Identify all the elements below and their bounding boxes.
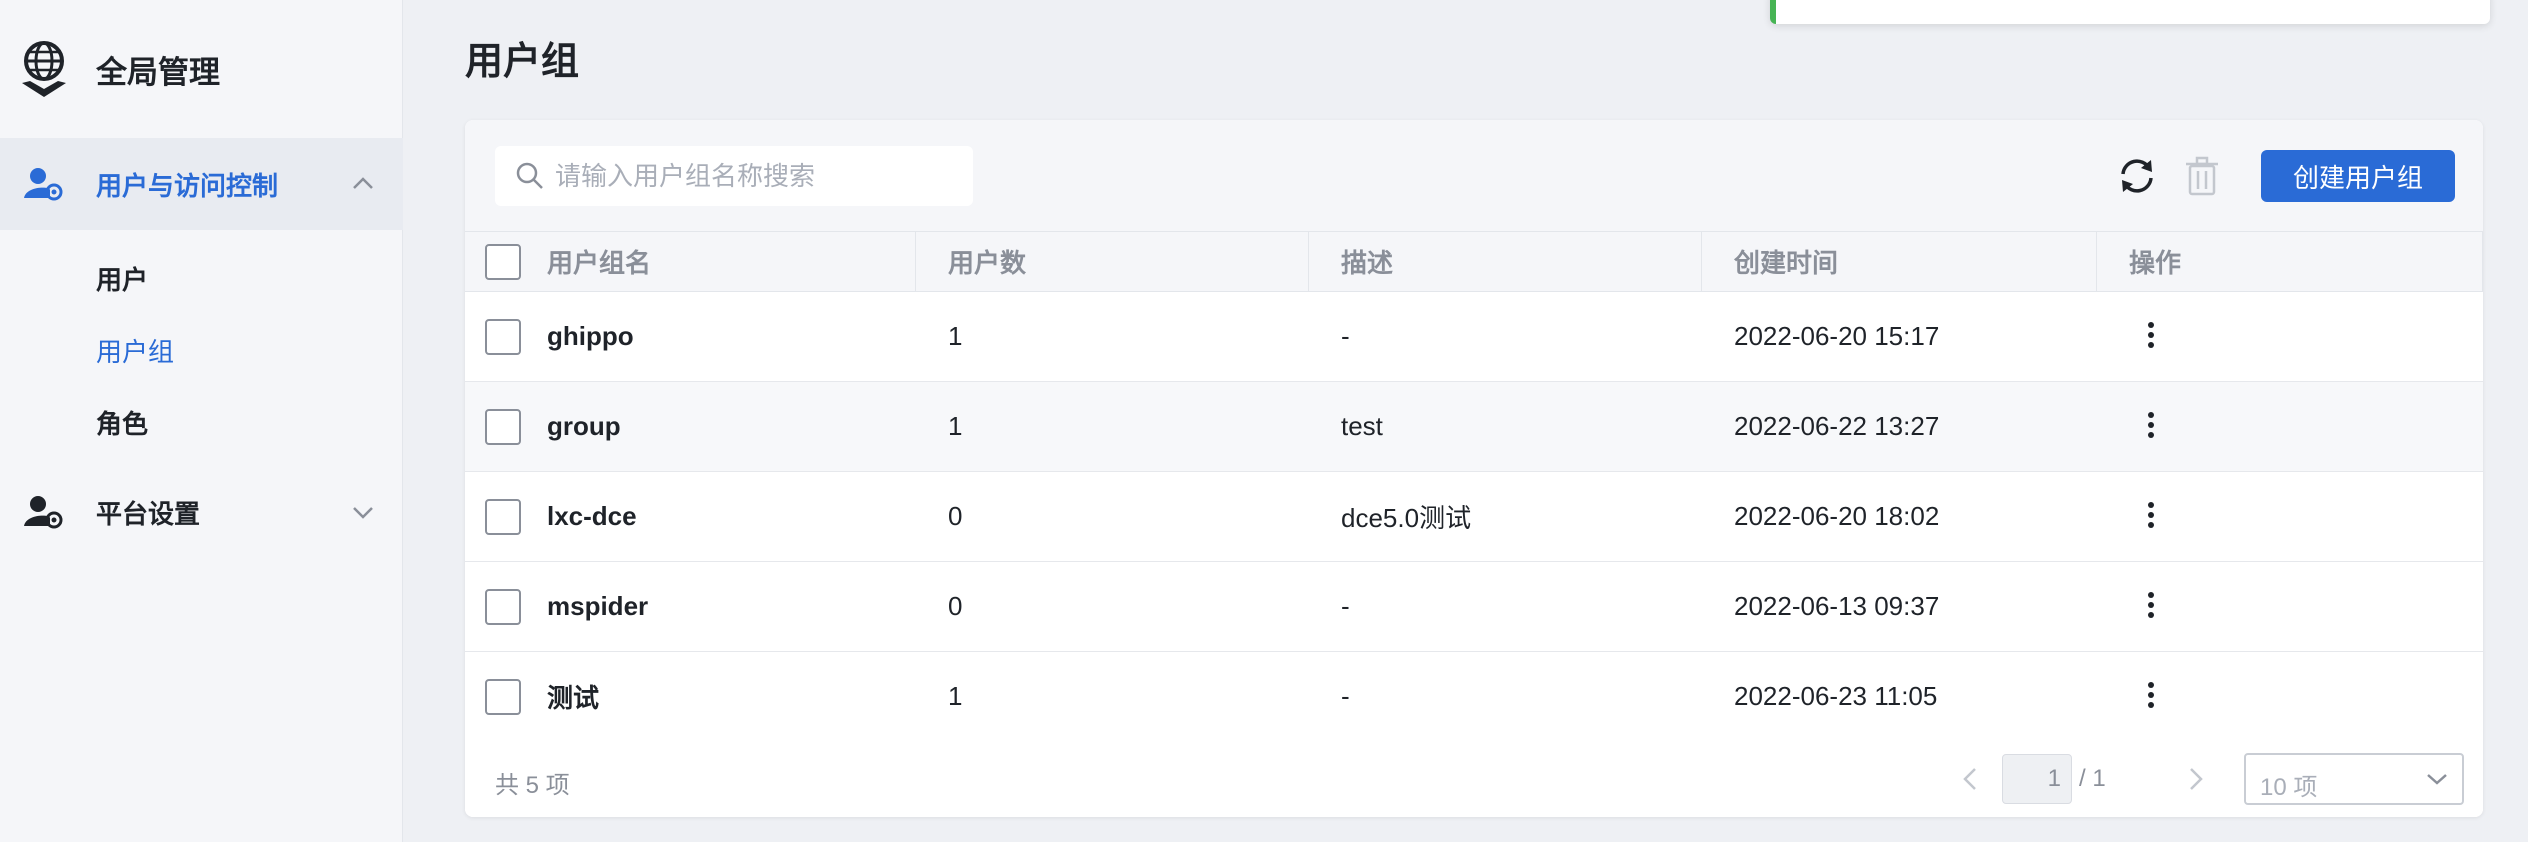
description: - [1341, 681, 1350, 711]
description: - [1341, 321, 1350, 351]
row-checkbox[interactable] [485, 588, 521, 625]
column-header-description[interactable]: 描述 [1309, 231, 1702, 293]
user-count: 1 [948, 321, 963, 351]
group-name[interactable]: lxc-dce [547, 472, 916, 562]
globe-hand-icon [22, 41, 66, 97]
nav-group-user-access[interactable]: 用户与访问控制 [0, 138, 403, 230]
row-checkbox[interactable] [485, 408, 521, 445]
chevron-down-icon [353, 507, 373, 519]
more-actions-icon[interactable] [2139, 317, 2163, 357]
more-actions-icon[interactable] [2139, 587, 2163, 627]
row-checkbox[interactable] [485, 678, 521, 715]
created-time: 2022-06-13 09:37 [1734, 591, 1940, 621]
page-number-input[interactable] [2002, 754, 2072, 804]
toolbar: 创建用户组 [465, 120, 2483, 232]
user-gear-icon [24, 496, 63, 529]
trash-icon[interactable] [2180, 154, 2224, 198]
user-group-table: 用户组名 用户数 描述 创建时间 操作 ghippo 1 - 2022-06-2… [465, 231, 2483, 742]
row-checkbox[interactable] [485, 318, 521, 355]
select-all-cell [465, 231, 547, 292]
sidebar-item-users[interactable]: 用户 [96, 260, 148, 297]
column-header-users[interactable]: 用户数 [916, 231, 1309, 293]
sidebar-item-user-groups[interactable]: 用户组 [96, 332, 174, 369]
chevron-left-icon[interactable] [1957, 765, 1985, 793]
more-actions-icon[interactable] [2139, 677, 2163, 717]
table-row[interactable]: mspider 0 - 2022-06-13 09:37 [465, 562, 2483, 652]
column-header-created[interactable]: 创建时间 [1702, 231, 2097, 293]
group-name[interactable]: mspider [547, 562, 916, 652]
table-row[interactable]: ghippo 1 - 2022-06-20 15:17 [465, 292, 2483, 382]
select-all-checkbox[interactable] [485, 243, 521, 280]
group-name[interactable]: group [547, 382, 916, 472]
pagination-bar: 共 5 项 / 1 10 项 [465, 741, 2483, 817]
page-title: 用户组 [465, 41, 580, 83]
description: - [1341, 591, 1350, 621]
create-user-group-button[interactable]: 创建用户组 [2261, 150, 2455, 202]
search-box[interactable] [495, 146, 973, 206]
table-header-row: 用户组名 用户数 描述 创建时间 操作 [465, 231, 2483, 293]
column-header-actions: 操作 [2097, 231, 2483, 293]
more-actions-icon[interactable] [2139, 407, 2163, 447]
search-icon [516, 162, 543, 189]
table-row[interactable]: lxc-dce 0 dce5.0测试 2022-06-20 18:02 [465, 472, 2483, 562]
created-time: 2022-06-20 15:17 [1734, 321, 1940, 351]
nav-group-label: 平台设置 [96, 498, 201, 529]
search-input[interactable] [555, 160, 955, 192]
sidebar: 全局管理 用户与访问控制 用户 用户组 角色 平台设置 [0, 0, 403, 842]
user-count: 0 [948, 591, 963, 621]
refresh-icon[interactable] [2115, 154, 2159, 198]
user-group-card: 创建用户组 用户组名 用户数 描述 创建时间 操作 ghippo 1 [465, 120, 2483, 817]
created-time: 2022-06-20 18:02 [1734, 501, 1940, 531]
created-time: 2022-06-23 11:05 [1734, 681, 1938, 711]
more-actions-icon[interactable] [2139, 497, 2163, 537]
chevron-up-icon [353, 177, 373, 189]
app-title: 全局管理 [96, 54, 220, 90]
page-size-select[interactable]: 10 项 [2244, 753, 2464, 805]
user-count: 0 [948, 501, 963, 531]
chevron-right-icon[interactable] [2181, 765, 2209, 793]
user-count: 1 [948, 411, 963, 441]
description: dce5.0测试 [1341, 503, 1472, 533]
nav-group-label: 用户与访问控制 [96, 170, 279, 201]
created-time: 2022-06-22 13:27 [1734, 411, 1940, 441]
chevron-down-icon [2427, 774, 2447, 785]
brand[interactable]: 全局管理 [18, 36, 220, 102]
table-row[interactable]: 测试 1 - 2022-06-23 11:05 [465, 652, 2483, 742]
row-checkbox[interactable] [485, 498, 521, 535]
page-size-value: 10 项 [2260, 774, 2318, 801]
group-name[interactable]: 测试 [547, 652, 916, 742]
group-name[interactable]: ghippo [547, 292, 916, 382]
total-count: 共 5 项 [495, 772, 570, 799]
column-header-name[interactable]: 用户组名 [547, 231, 916, 293]
nav-group-platform-settings[interactable]: 平台设置 [0, 466, 403, 558]
user-gear-icon [24, 168, 63, 201]
success-toast [1770, 0, 2490, 24]
table-row[interactable]: group 1 test 2022-06-22 13:27 [465, 381, 2483, 472]
user-count: 1 [948, 681, 963, 711]
page-total: / 1 [2079, 765, 2106, 792]
sidebar-item-roles[interactable]: 角色 [96, 404, 148, 441]
description: test [1341, 411, 1383, 441]
